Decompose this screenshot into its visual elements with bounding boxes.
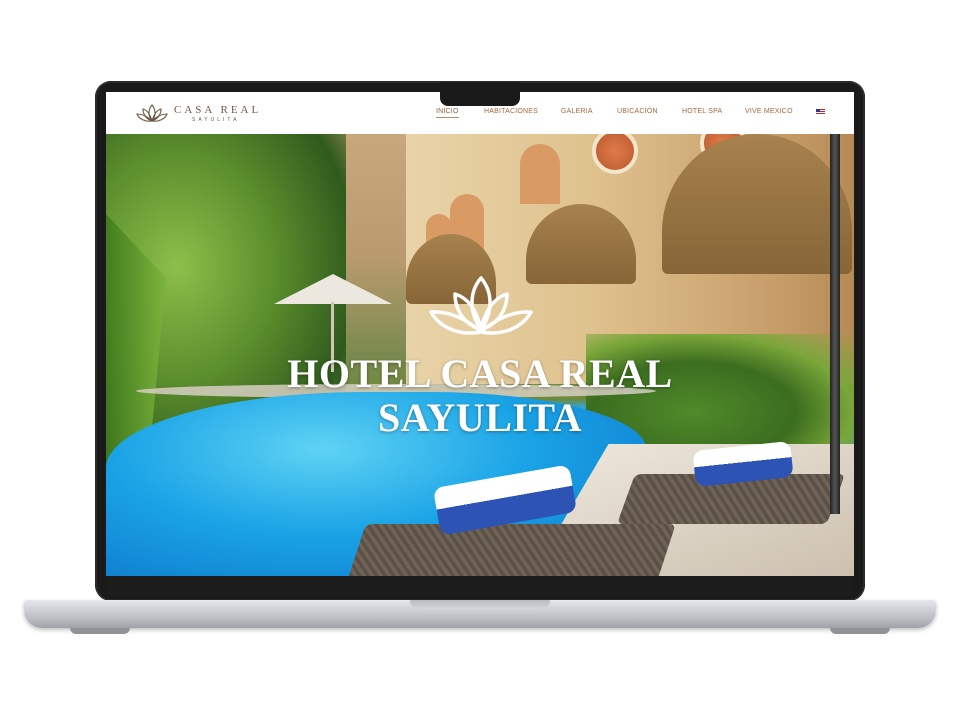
hero-title-line-2: SAYULITA [377,395,583,440]
lounge-chair [346,524,676,576]
arch-window [520,144,560,204]
hero-title-line-1: HOTEL CASA REAL [287,351,673,396]
lotus-icon[interactable] [135,102,169,124]
brand-tagline: SAYULITA [192,117,240,123]
nav-item-ubicacion[interactable]: UBICACIÓN [617,108,658,115]
browser-screen: CASA REAL SAYULITA INICIO HABITACIONES G… [106,92,854,576]
laptop-opening-notch [410,600,550,610]
nav-item-inicio[interactable]: INICIO [436,108,459,118]
nav-item-galeria[interactable]: GALERIA [561,108,593,115]
lotus-icon [429,276,533,335]
nav-item-vive-mexico[interactable]: VIVE MEXICO [745,108,793,115]
nav-item-hotel-spa[interactable]: HOTEL SPA [682,108,722,115]
laptop-chin [106,576,854,596]
laptop-foot [830,628,890,634]
us-flag-icon[interactable] [816,109,825,115]
hero-banner: HOTEL CASA REAL SAYULITA [106,134,854,576]
umbrella-pole [830,134,840,514]
camera-notch [440,82,520,106]
brand-name[interactable]: CASA REAL [174,104,261,116]
laptop-foot [70,628,130,634]
nav-item-habitaciones[interactable]: HABITACIONES [484,108,538,115]
